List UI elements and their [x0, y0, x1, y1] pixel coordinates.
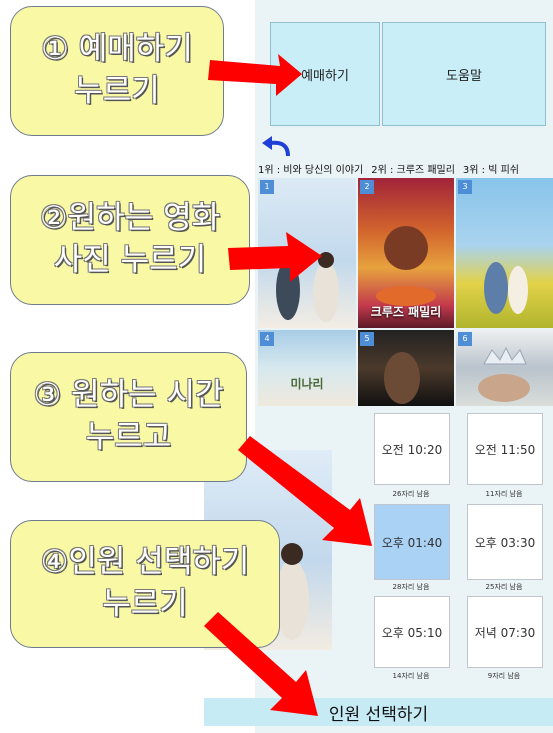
- movie-poster-6[interactable]: 6: [456, 330, 553, 406]
- callout-line: 누르기: [102, 586, 188, 622]
- rank-badge: 6: [458, 332, 472, 346]
- showtime-button[interactable]: 오후 05:10: [374, 596, 450, 668]
- poster-title: 크루즈 패밀리: [370, 305, 442, 319]
- callout-line: ④인원 선택하기: [40, 544, 250, 581]
- select-people-button[interactable]: 인원 선택하기: [204, 698, 553, 726]
- movie-poster-5[interactable]: 5: [358, 330, 454, 406]
- rank-badge: 3: [458, 180, 472, 194]
- callout-step-2: ②원하는 영화 사진 누르기: [10, 175, 250, 305]
- callout-line: ① 예매하기: [41, 31, 193, 68]
- ranking-bar: 1위 : 비와 당신의 이야기 2위 : 크루즈 패밀리 3위 : 빅 피쉬: [258, 158, 553, 178]
- showtime-button[interactable]: 저녁 07:30: [467, 596, 543, 668]
- showtime-button[interactable]: 오전 10:20: [374, 413, 450, 485]
- movie-poster-3[interactable]: 3: [456, 178, 553, 328]
- rank-1-text: 1위 : 비와 당신의 이야기: [258, 164, 364, 176]
- seats-remaining: 25자리 남음: [485, 583, 523, 591]
- callout-step-4: ④인원 선택하기 누르기: [10, 520, 280, 648]
- callout-line: ③ 원하는 시간: [33, 377, 224, 414]
- seats-remaining: 11자리 남음: [485, 490, 523, 498]
- seats-remaining: 28자리 남음: [392, 583, 430, 591]
- seats-remaining: 26자리 남음: [392, 490, 430, 498]
- rank-badge: 1: [260, 180, 274, 194]
- callout-step-1: ① 예매하기 누르기: [10, 6, 224, 136]
- rank-2-text: 2위 : 크루즈 패밀리: [371, 164, 455, 176]
- callout-line: 누르기: [74, 73, 160, 109]
- callout-line: 사진 누르기: [53, 242, 207, 278]
- showtime-button[interactable]: 오후 03:30: [467, 504, 543, 580]
- callout-line: ②원하는 영화: [39, 200, 221, 237]
- seats-remaining: 9자리 남음: [487, 672, 521, 680]
- showtime-button-selected[interactable]: 오후 01:40: [374, 504, 450, 580]
- back-arrow-icon[interactable]: [258, 134, 298, 160]
- help-button[interactable]: 도움말: [382, 22, 546, 126]
- poster-title: 미나리: [290, 377, 324, 391]
- showtime-button[interactable]: 오전 11:50: [467, 413, 543, 485]
- seats-remaining: 14자리 남음: [392, 672, 430, 680]
- rank-badge: 4: [260, 332, 274, 346]
- rank-badge: 5: [360, 332, 374, 346]
- callout-step-3: ③ 원하는 시간 누르고: [10, 352, 247, 482]
- rank-3-text: 3위 : 빅 피쉬: [462, 164, 519, 176]
- poster-figures: [276, 250, 339, 322]
- poster-art: [484, 262, 528, 314]
- booking-button[interactable]: 예매하기: [270, 22, 380, 126]
- movie-poster-2[interactable]: 2 크루즈 패밀리: [358, 178, 454, 328]
- callout-line: 누르고: [85, 419, 172, 455]
- movie-poster-4[interactable]: 4 미나리: [258, 330, 356, 406]
- rank-badge: 2: [360, 180, 374, 194]
- movie-poster-1[interactable]: 1: [258, 178, 356, 328]
